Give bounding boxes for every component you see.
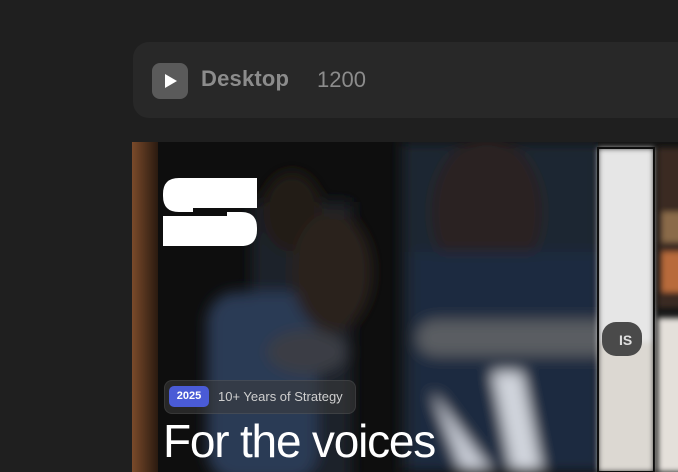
hero-title: For the voices bbox=[163, 415, 436, 467]
svg-text:IS: IS bbox=[619, 332, 632, 348]
preview-play-button[interactable] bbox=[152, 63, 188, 99]
play-icon bbox=[165, 74, 177, 88]
experience-pill: 2025 10+ Years of Strategy bbox=[164, 380, 356, 414]
year-badge: 2025 bbox=[169, 386, 209, 407]
breakpoint-name[interactable]: Desktop bbox=[201, 66, 289, 92]
experience-text: 10+ Years of Strategy bbox=[218, 389, 343, 404]
site-preview-canvas: IS 2025 10+ Years of Strategy For the vo… bbox=[132, 142, 678, 472]
brand-logo-icon bbox=[163, 178, 257, 246]
breakpoint-toolbar: Desktop 1200 bbox=[133, 42, 678, 118]
breakpoint-width[interactable]: 1200 bbox=[317, 67, 366, 93]
